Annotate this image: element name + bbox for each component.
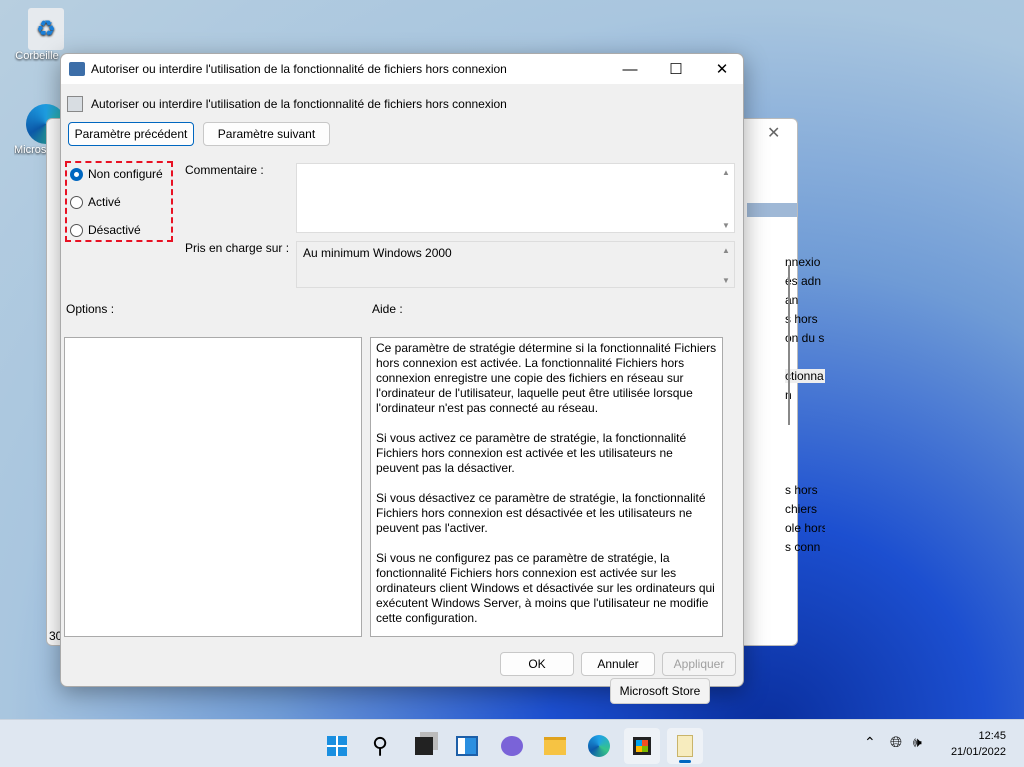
clock[interactable]: 12:45 21/01/2022	[940, 728, 1006, 760]
folder-icon	[544, 737, 566, 755]
policy-name: Autoriser ou interdire l'utilisation de …	[91, 97, 507, 111]
chat-icon	[501, 736, 523, 756]
text-fragment: an	[785, 293, 799, 307]
radio-label: Désactivé	[88, 223, 141, 237]
options-panel	[64, 337, 362, 637]
policy-dialog: Autoriser ou interdire l'utilisation de …	[60, 53, 744, 687]
radio-checked-icon	[70, 167, 83, 181]
windows-icon	[327, 736, 347, 756]
text-fragment: ole hors	[785, 521, 825, 535]
text-fragment: s conn	[785, 540, 821, 554]
show-hidden-icons[interactable]: ⌃	[864, 734, 876, 751]
date: 21/01/2022	[950, 746, 1006, 758]
help-paragraph: Ce paramètre de stratégie détermine si l…	[376, 341, 717, 415]
comment-label: Commentaire :	[185, 163, 264, 177]
edge-button[interactable]	[581, 728, 617, 764]
text-fragment: nnexio	[785, 255, 821, 269]
scrollbar[interactable]	[788, 265, 790, 425]
apply-button[interactable]: Appliquer	[662, 652, 736, 676]
radio-label: Activé	[88, 195, 121, 209]
text-fragment: és adn	[785, 274, 822, 288]
supported-label: Pris en charge sur :	[185, 241, 290, 255]
tooltip: Microsoft Store	[610, 678, 710, 704]
scroll-icon	[677, 735, 693, 757]
window-title: Autoriser ou interdire l'utilisation de …	[91, 62, 507, 76]
microsoft-store-button[interactable]	[624, 728, 660, 764]
help-label: Aide :	[372, 302, 403, 316]
policy-editor-taskbar-button[interactable]	[667, 728, 703, 764]
maximize-button[interactable]: ☐	[653, 54, 699, 84]
policy-icon	[67, 96, 83, 112]
store-icon	[633, 737, 651, 755]
widgets-icon	[456, 736, 478, 756]
volume-icon[interactable]: 🕪︎	[913, 734, 922, 751]
minimize-button[interactable]: —	[607, 54, 653, 84]
text-fragment: ctionna	[785, 369, 825, 383]
radio-unchecked-icon	[70, 195, 83, 209]
close-icon[interactable]: ✕	[767, 123, 780, 143]
start-button[interactable]	[319, 728, 355, 764]
text-fragment: s hors	[785, 312, 818, 326]
help-paragraph: Si vous activez ce paramètre de stratégi…	[376, 431, 687, 475]
radio-label: Non configuré	[88, 167, 163, 181]
radio-enabled[interactable]: Activé	[70, 195, 121, 209]
comment-input[interactable]: ▲ ▼	[296, 163, 735, 233]
edge-icon	[588, 735, 610, 757]
scrollbar[interactable]: ▲ ▼	[718, 242, 734, 287]
text-fragment: on du s	[785, 331, 825, 345]
file-explorer-button[interactable]	[537, 728, 573, 764]
taskbar: ⚲ ⌃ 🌐︎ 🕪︎ 12:45 21/01/2022	[0, 719, 1024, 767]
next-setting-button[interactable]: Paramètre suivant	[203, 122, 330, 146]
radio-not-configured[interactable]: Non configuré	[70, 167, 163, 181]
close-button[interactable]: ✕	[699, 54, 745, 84]
search-icon: ⚲	[371, 733, 389, 758]
supported-field: Au minimum Windows 2000 ▲ ▼	[296, 241, 735, 288]
text-fragment: chiers	[785, 502, 818, 516]
scrollbar[interactable]: ▲ ▼	[718, 164, 734, 232]
time: 12:45	[978, 730, 1006, 742]
network-icon[interactable]: 🌐︎	[890, 734, 902, 751]
desktop-icon-label: Corbeille	[15, 50, 59, 62]
options-label: Options :	[66, 302, 115, 316]
task-view-button[interactable]	[406, 728, 442, 764]
recycle-bin-icon: ♻	[28, 8, 64, 50]
chat-button[interactable]	[494, 728, 530, 764]
task-view-icon	[415, 737, 433, 755]
help-panel: Ce paramètre de stratégie détermine si l…	[370, 337, 723, 637]
active-indicator	[679, 760, 691, 763]
previous-setting-button[interactable]: Paramètre précédent	[68, 122, 194, 146]
cancel-button[interactable]: Annuler	[581, 652, 655, 676]
radio-unchecked-icon	[70, 223, 83, 237]
text-fragment: s hors	[785, 483, 818, 497]
supported-value: Au minimum Windows 2000	[303, 246, 452, 260]
policy-app-icon	[69, 62, 85, 76]
help-paragraph: Si vous désactivez ce paramètre de strat…	[376, 491, 706, 535]
radio-disabled[interactable]: Désactivé	[70, 223, 141, 237]
search-button[interactable]: ⚲	[362, 728, 398, 764]
ok-button[interactable]: OK	[500, 652, 574, 676]
help-paragraph: Si vous ne configurez pas ce paramètre d…	[376, 551, 715, 625]
text-fragment: n	[785, 388, 825, 402]
widgets-button[interactable]	[449, 728, 485, 764]
